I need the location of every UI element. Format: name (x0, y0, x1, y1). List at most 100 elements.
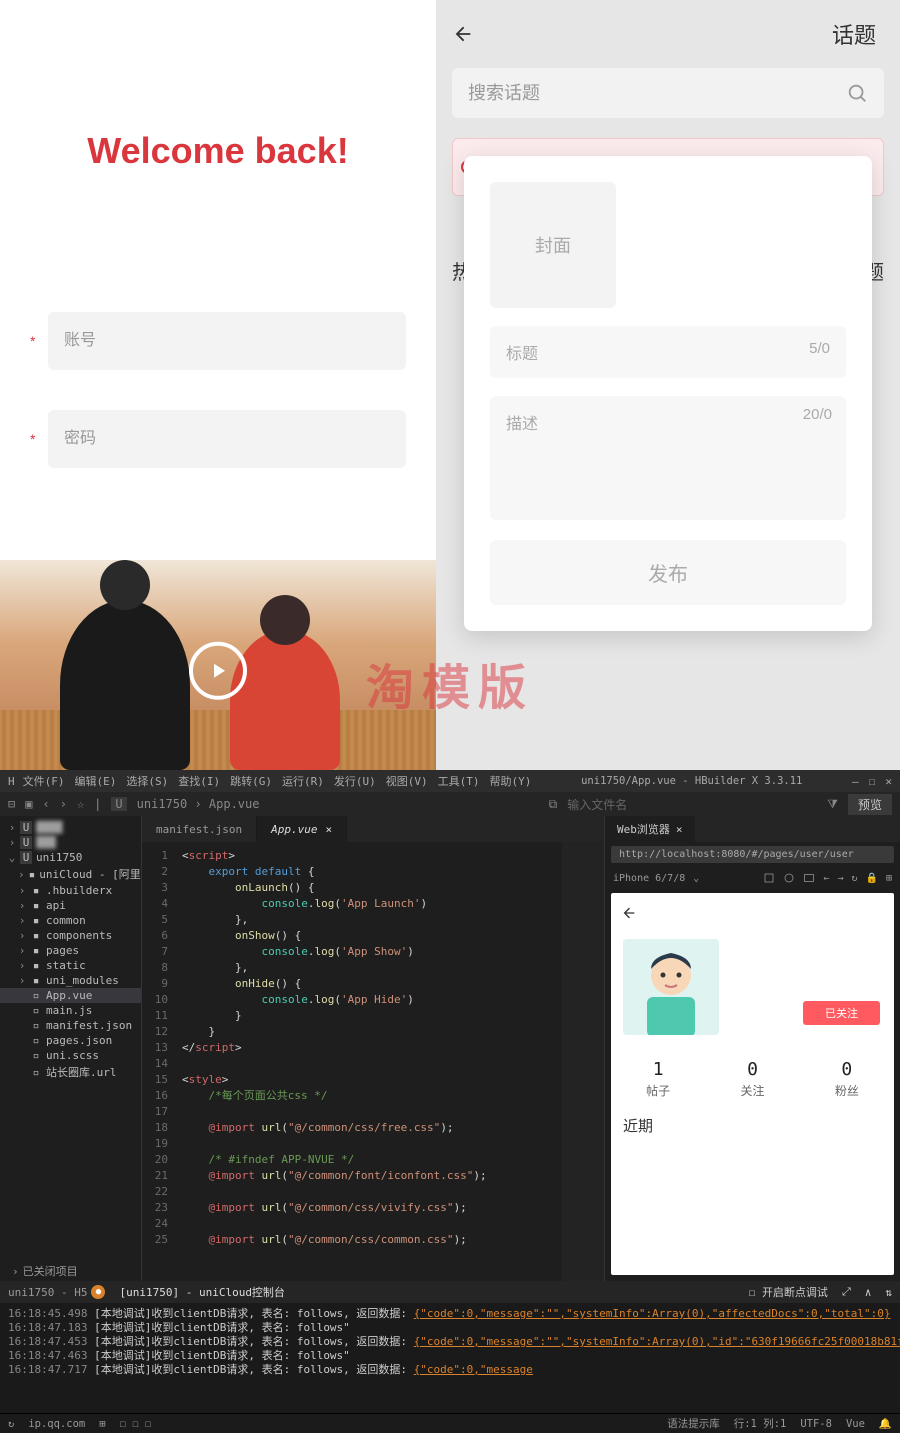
collapse-icon[interactable]: ⊟ (8, 797, 15, 811)
refresh-icon[interactable]: ↻ (851, 873, 857, 884)
bell-icon[interactable]: 🔔 (879, 1417, 892, 1430)
menu-item[interactable]: 选择(S) (126, 773, 168, 789)
star-icon[interactable]: ☆ (77, 797, 84, 811)
tree-item[interactable]: ▫uni.scss (0, 1048, 141, 1063)
menu-item[interactable]: 文件(F) (23, 773, 65, 789)
menu-item[interactable]: 视图(V) (386, 773, 428, 789)
password-input[interactable] (48, 410, 406, 468)
status-encoding[interactable]: UTF-8 (800, 1418, 832, 1430)
required-asterisk: * (30, 431, 38, 447)
preview-viewport[interactable]: 已关注 1帖子 0关注 0粉丝 近期 (611, 893, 894, 1275)
select-icon[interactable] (763, 872, 775, 884)
play-icon[interactable] (189, 642, 247, 700)
back-arrow-icon[interactable] (452, 22, 476, 46)
status-bar: ↻ ip.qq.com ⊞ ☐ ☐ ☐ 语法提示库 行:1 列:1 UTF-8 … (0, 1413, 900, 1433)
menu-item[interactable]: 跳转(G) (230, 773, 272, 789)
tree-root[interactable]: ›U▓▓▓ (0, 835, 141, 850)
browser-tab[interactable]: Web浏览器× (605, 816, 695, 842)
editor-tabs: manifest.jsonApp.vue× (142, 816, 604, 842)
console-tabs: uni1750 - H5● [uni1750] - uniCloud控制台 ☐ … (0, 1281, 900, 1303)
menu-item[interactable]: 查找(I) (178, 773, 220, 789)
nav-back-icon[interactable]: ‹ (42, 797, 49, 811)
file-explorer: ›U▓▓▓▓ ›U▓▓▓ ⌄Uuni1750 ›▪uniCloud - [阿里云… (0, 816, 142, 1281)
tree-item[interactable]: ›▪static (0, 958, 141, 973)
expand-icon[interactable]: ⤢ (842, 1285, 851, 1299)
lock-icon[interactable]: 🔒 (866, 873, 878, 884)
minimap[interactable] (562, 842, 604, 1281)
terminal-icon[interactable]: ▣ (25, 797, 32, 811)
close-icon[interactable]: × (325, 823, 332, 836)
minimize-icon[interactable]: — (852, 775, 859, 788)
console-tab[interactable]: uni1750 - H5● (8, 1285, 105, 1299)
qr-icon[interactable]: ⊞ (886, 873, 892, 884)
tree-item[interactable]: ▫App.vue (0, 988, 141, 1003)
status-syntax[interactable]: 语法提示库 (667, 1416, 720, 1431)
close-icon[interactable]: ✕ (885, 775, 892, 788)
maximize-icon[interactable]: ☐ (869, 775, 876, 788)
nav-back-icon[interactable]: ← (823, 873, 829, 884)
editor-tab[interactable]: manifest.json (142, 816, 257, 842)
grid-icon[interactable]: ⊞ (99, 1418, 105, 1430)
tree-item[interactable]: ›▪uni_modules (0, 973, 141, 988)
stat-item[interactable]: 0粉丝 (835, 1059, 859, 1099)
console-output[interactable]: 16:18:45.498 [本地调试]收到clientDB请求, 表名: fol… (0, 1303, 900, 1413)
avatar (623, 939, 719, 1035)
description-field[interactable]: 描述 20/0 (490, 396, 846, 520)
scroll-icon[interactable]: ⇅ (885, 1286, 892, 1299)
preview-panel: Web浏览器× http://localhost:8080/#/pages/us… (604, 816, 900, 1281)
status-cursor: 行:1 列:1 (734, 1416, 787, 1431)
stat-item[interactable]: 0关注 (740, 1059, 764, 1099)
search-bar[interactable] (452, 68, 884, 118)
tree-item[interactable]: ▫pages.json (0, 1033, 141, 1048)
settings-icon[interactable] (783, 872, 795, 884)
tree-root[interactable]: ⌄Uuni1750 (0, 850, 141, 865)
tree-item[interactable]: ›▪pages (0, 943, 141, 958)
recent-heading: 近期 (623, 1115, 653, 1136)
search-input[interactable] (468, 83, 846, 104)
collapse-icon[interactable]: ∧ (865, 1286, 872, 1299)
ide-window: H 文件(F)编辑(E)选择(S)查找(I)跳转(G)运行(R)发行(U)视图(… (0, 770, 900, 1433)
follow-button[interactable]: 已关注 (803, 1001, 880, 1025)
search-icon (846, 82, 868, 104)
breadcrumb[interactable]: uni1750 › App.vue (137, 797, 260, 811)
menu-item[interactable]: 编辑(E) (75, 773, 117, 789)
ide-toolbar: ⊟ ▣ ‹ › ☆ | U uni1750 › App.vue ⧉ 输入文件名 … (0, 792, 900, 816)
preview-back-icon[interactable] (621, 905, 637, 924)
nav-forward-icon[interactable]: → (837, 873, 843, 884)
username-input[interactable] (48, 312, 406, 370)
tree-item[interactable]: ›▪api (0, 898, 141, 913)
menu-item[interactable]: 运行(R) (282, 773, 324, 789)
console-tab[interactable]: [uni1750] - uniCloud控制台 (119, 1284, 284, 1300)
tree-item[interactable]: ▫manifest.json (0, 1018, 141, 1033)
title-field[interactable]: 标题 5/0 (490, 326, 846, 378)
tree-item[interactable]: ▫站长圈库.url (0, 1063, 141, 1081)
nav-forward-icon[interactable]: › (60, 797, 67, 811)
devtools-icon[interactable] (803, 872, 815, 884)
menu-item[interactable]: 工具(T) (438, 773, 480, 789)
device-selector[interactable]: iPhone 6/7/8 (613, 873, 685, 884)
status-language[interactable]: Vue (846, 1418, 865, 1430)
stat-item[interactable]: 1帖子 (646, 1059, 670, 1099)
cover-upload[interactable]: 封面 (490, 182, 616, 308)
publish-modal: 封面 标题 5/0 描述 20/0 发布 (464, 156, 872, 631)
file-search-placeholder[interactable]: 输入文件名 (567, 796, 627, 813)
breakpoint-toggle[interactable]: ☐ 开启断点调试 (749, 1284, 828, 1300)
menu-item[interactable]: 帮助(Y) (490, 773, 532, 789)
filter-icon[interactable]: ⧩ (827, 797, 838, 812)
tree-root[interactable]: ›U▓▓▓▓ (0, 820, 141, 835)
url-bar[interactable]: http://localhost:8080/#/pages/user/user (611, 846, 894, 863)
editor-tab[interactable]: App.vue× (257, 816, 347, 842)
tree-item[interactable]: ›▪common (0, 913, 141, 928)
tree-item[interactable]: ▫main.js (0, 1003, 141, 1018)
preview-button[interactable]: 预览 (848, 794, 892, 815)
sync-icon[interactable]: ↻ (8, 1418, 14, 1430)
menu-item[interactable]: 发行(U) (334, 773, 376, 789)
code-editor[interactable]: <script> export default { onLaunch() { c… (174, 842, 562, 1281)
tree-item[interactable]: ›▪components (0, 928, 141, 943)
publish-button[interactable]: 发布 (490, 540, 846, 605)
tree-item[interactable]: ›▪.hbuilderx (0, 883, 141, 898)
file-search-icon[interactable]: ⧉ (549, 797, 558, 812)
tree-item[interactable]: ›▪uniCloud - [阿里云:unif (0, 865, 141, 883)
closed-projects[interactable]: ›已关闭项目 (8, 1261, 82, 1281)
close-icon[interactable]: × (676, 823, 683, 836)
